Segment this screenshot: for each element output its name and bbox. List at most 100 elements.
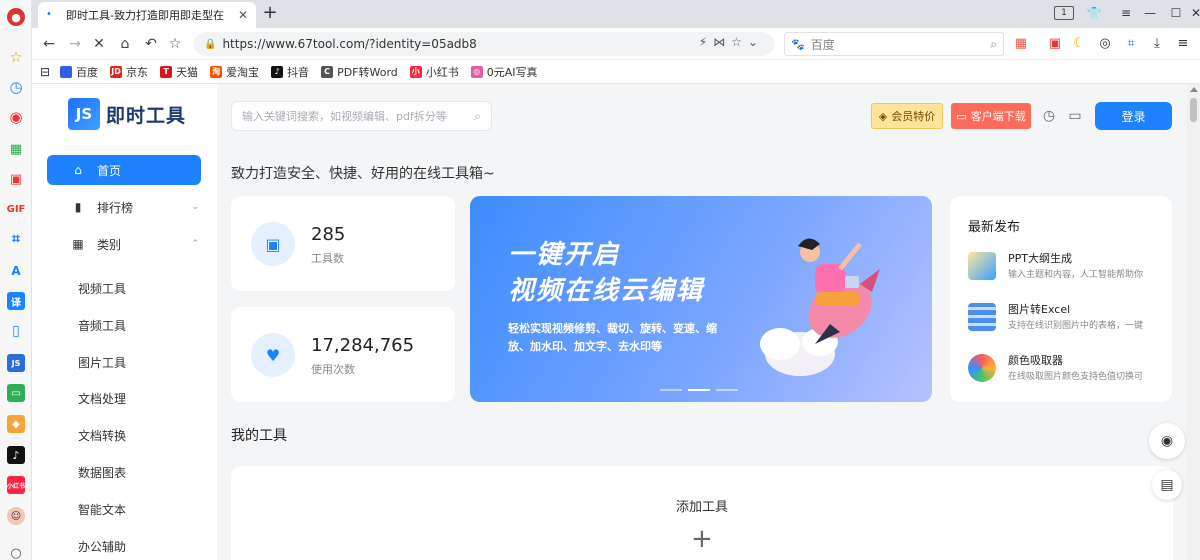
pdf-icon[interactable]: ▣ [7, 170, 25, 188]
scroll-up-arrow-icon[interactable] [1190, 87, 1198, 92]
favorite-star-icon[interactable]: ☆ [166, 35, 184, 53]
address-actions-icon[interactable]: ⚡⋈☆⌄ [699, 35, 764, 49]
active-tab[interactable]: • 即时工具-致力打造即用即走型在 ✕ [38, 2, 256, 28]
pdf-tool-icon[interactable]: ▣ [1046, 35, 1064, 53]
moon-icon[interactable]: ☾ [1070, 35, 1088, 53]
forward-icon[interactable]: → [66, 35, 84, 53]
chevron-down-icon: ⌄ [191, 202, 199, 212]
robot-icon[interactable]: ◎ [1096, 35, 1114, 53]
menu-item-home[interactable]: ⌂ 首页 [47, 155, 201, 185]
chevron-up-icon: ⌃ [191, 239, 199, 249]
phone-icon[interactable]: ▯ [7, 322, 25, 340]
js-tool-icon[interactable]: JS [7, 354, 25, 372]
bookmark-label: 京东 [126, 65, 149, 79]
translate-icon[interactable]: 译 [7, 292, 25, 310]
add-tool-plus-icon[interactable]: + [691, 526, 713, 552]
back-icon[interactable]: ← [40, 35, 58, 53]
login-button[interactable]: 登录 [1095, 102, 1172, 130]
download-icon[interactable]: ⤓ [1148, 35, 1166, 53]
news-item-color-picker[interactable]: 颜色吸取器 在线吸取图片颜色支持色值切换可 [968, 352, 1168, 386]
news-title: 图片转Excel [1008, 303, 1071, 316]
bookmark-jd[interactable]: JD 京东 [110, 64, 148, 80]
category-doc-conversion[interactable]: 文档转换 [78, 427, 126, 444]
menu-icon[interactable]: ≡ [1116, 4, 1136, 22]
close-window-icon[interactable]: ✕ [1184, 4, 1200, 22]
shirt-icon[interactable]: 👕 [1084, 4, 1104, 22]
message-icon[interactable]: ▭ [1065, 106, 1085, 126]
ai-assistant-icon[interactable]: ◉ [1149, 423, 1185, 459]
bookmark-aitaobao[interactable]: 淘爱淘宝 [210, 64, 259, 80]
bookmark-pdf-to-word[interactable]: C PDF转Word [321, 64, 398, 80]
grid-apps-icon[interactable]: ▦ [7, 140, 25, 158]
menu-item-category[interactable]: ▦ 类别 ⌃ [47, 229, 201, 259]
site-search-box[interactable]: ⌕ [231, 101, 492, 131]
apps-icon[interactable]: ▦ [1012, 35, 1030, 53]
bookmark-tmall[interactable]: T 天猫 [160, 64, 198, 80]
navigation-bar: ← → ✕ ⌂ ↶ ☆ 🔒 https://www.67tool.com/?id… [32, 28, 1200, 60]
site-search-input[interactable] [242, 109, 475, 123]
table-icon [968, 303, 996, 331]
heart-icon: ♥ [251, 333, 295, 377]
clock-icon[interactable]: ◷ [7, 78, 25, 96]
xiaohongshu-icon[interactable]: 小红书 [7, 476, 25, 494]
douyin-bookmark-icon: ♪ [271, 65, 284, 78]
ocr-icon[interactable]: A [7, 262, 25, 280]
add-tool-label[interactable]: 添加工具 [231, 496, 1173, 515]
address-url[interactable]: https://www.67tool.com/?identity=05adb8 [222, 37, 476, 51]
category-image-tools[interactable]: 图片工具 [78, 354, 126, 371]
scroll-thumb[interactable] [1190, 98, 1197, 122]
game-icon[interactable]: ◆ [7, 415, 25, 433]
crop-icon[interactable]: ⌗ [7, 230, 25, 248]
vip-offer-button[interactable]: ◈ 会员特价 [871, 103, 943, 129]
minimize-icon[interactable]: — [1138, 4, 1162, 22]
tab-close-icon[interactable]: ✕ [238, 8, 248, 22]
star-icon[interactable]: ☆ [7, 48, 25, 66]
profile-avatar-icon[interactable]: ● [7, 8, 25, 26]
category-smart-text[interactable]: 智能文本 [78, 501, 126, 518]
target-icon[interactable]: ◉ [7, 108, 25, 126]
category-data-charts[interactable]: 数据图表 [78, 464, 126, 481]
tab-counter[interactable]: 1 [1054, 6, 1074, 20]
carousel-dot[interactable] [660, 389, 682, 391]
carousel-dot-active[interactable] [688, 389, 710, 391]
bookmark-label: 爱淘宝 [226, 65, 260, 79]
undo-icon[interactable]: ↶ [142, 35, 160, 53]
category-office-assist[interactable]: 办公辅助 [78, 538, 126, 555]
site-logo[interactable]: JS 即时工具 [68, 98, 186, 130]
new-tab-button[interactable]: + [260, 4, 280, 24]
news-item-image-to-excel[interactable]: 图片转Excel 支持在线识别图片中的表格，一键 [968, 301, 1168, 335]
promo-banner[interactable]: 一键开启 视频在线云编辑 轻松实现视频修剪、裁切、旋转、变速、缩放、加水印、加文… [470, 196, 932, 402]
news-item-ppt-outline[interactable]: PPT大纲生成 输入主题和内容，人工智能帮助你 [968, 250, 1168, 284]
news-desc: 支持在线识别图片中的表格，一键 [1008, 321, 1144, 331]
address-bar[interactable]: 🔒 https://www.67tool.com/?identity=05adb… [194, 32, 774, 56]
monitor-icon[interactable]: ▭ [7, 384, 25, 402]
category-doc-processing[interactable]: 文档处理 [78, 390, 126, 407]
circle-icon[interactable]: ○ [7, 544, 25, 560]
bookmark-xiaohongshu[interactable]: 小小红书 [409, 64, 459, 80]
search-icon[interactable]: ⌕ [474, 109, 481, 124]
menu-item-ranking[interactable]: ▮ 排行榜 ⌄ [47, 192, 201, 222]
history-icon[interactable]: ◷ [1039, 106, 1059, 126]
bookmark-label: 小红书 [425, 65, 459, 79]
bookmark-baidu[interactable]: 百度 [60, 64, 98, 80]
client-download-button[interactable]: ▭ 客户端下载 [951, 103, 1031, 129]
home-browser-icon[interactable]: ⌂ [116, 35, 134, 53]
more-menu-icon[interactable]: ≡ [1174, 35, 1192, 53]
stop-icon[interactable]: ✕ [90, 35, 108, 53]
gif-icon[interactable]: GIF [7, 200, 26, 218]
user-face-icon[interactable]: ☺ [7, 507, 25, 525]
category-video-tools[interactable]: 视频工具 [78, 280, 126, 297]
browser-search-box[interactable]: 🐾 百度 ⌕ [784, 32, 1004, 56]
category-audio-tools[interactable]: 音频工具 [78, 317, 126, 334]
page-scrollbar[interactable] [1187, 84, 1200, 560]
bookmark-ai-photo[interactable]: ◎ 0元AI写真 [470, 64, 538, 80]
news-desc: 在线吸取图片颜色支持色值切换可 [1008, 372, 1144, 382]
crop-tool-icon[interactable]: ⌗ [1122, 35, 1140, 53]
carousel-dot[interactable] [716, 389, 738, 391]
bookmark-douyin[interactable]: ♪ 抖音 [271, 64, 309, 80]
bookmark-panel-icon[interactable]: ⊟ [40, 65, 50, 79]
douyin-icon[interactable]: ♪ [7, 446, 25, 464]
tab-bar: • 即时工具-致力打造即用即走型在 ✕ + 1 👕 ≡ — ☐ ✕ [32, 0, 1200, 28]
feedback-icon[interactable]: ▤ [1152, 470, 1182, 500]
search-icon[interactable]: ⌕ [990, 37, 997, 52]
